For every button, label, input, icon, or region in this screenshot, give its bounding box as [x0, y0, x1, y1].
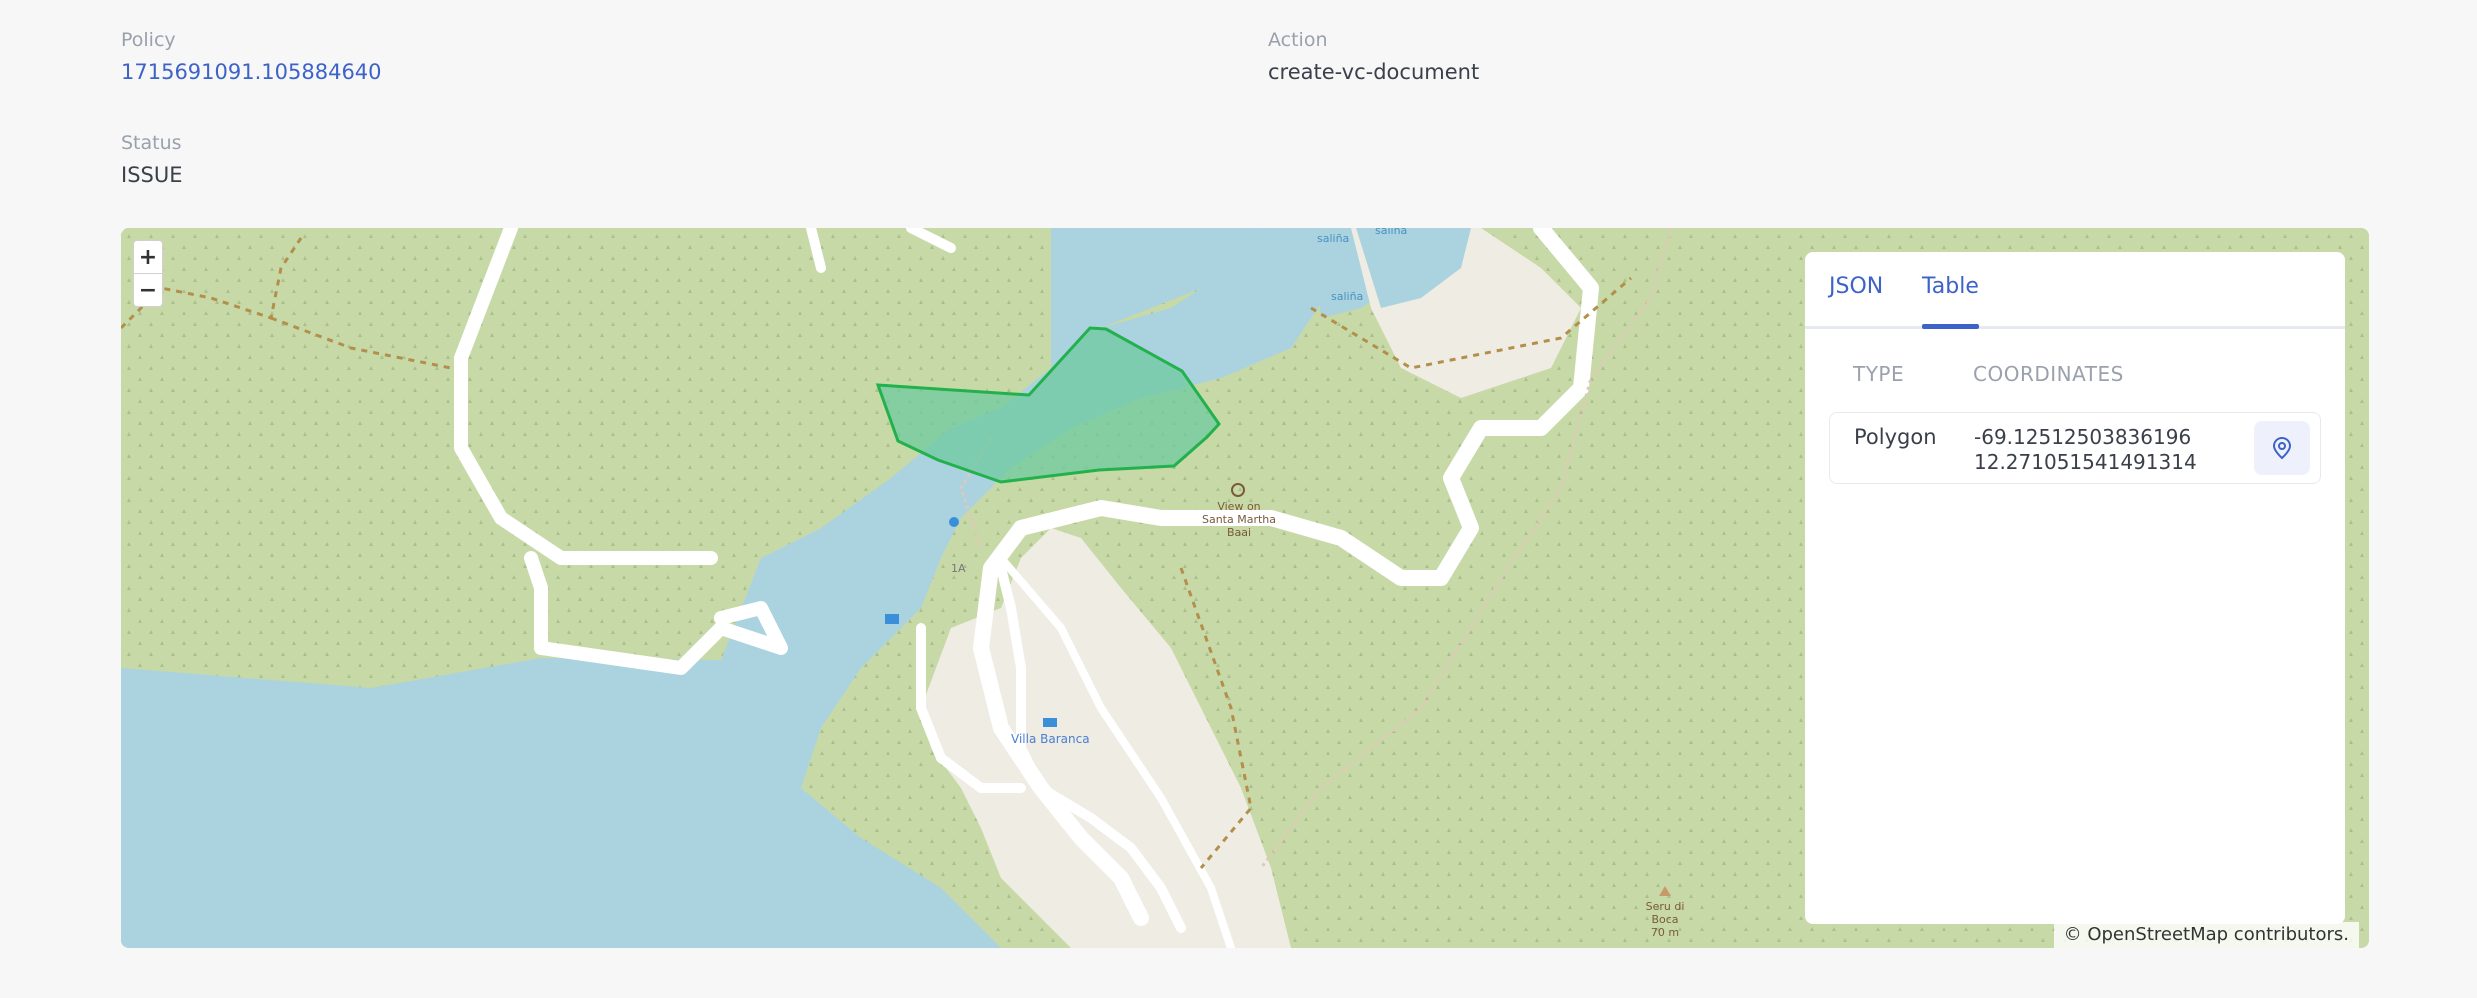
- status-label: Status: [121, 132, 182, 154]
- geometry-panel: JSON Table TYPE COORDINATES Polygon -69.…: [1805, 252, 2345, 924]
- coordinate-x: -69.12512503836196: [1974, 425, 2192, 449]
- column-header-type: TYPE: [1853, 362, 1905, 386]
- geometry-type: Polygon: [1854, 425, 1937, 449]
- map-label-viewpoint: Baai: [1227, 526, 1251, 539]
- table-row: Polygon -69.12512503836196 12.2710515414…: [1829, 412, 2321, 484]
- map-label-viewpoint: View on: [1217, 500, 1260, 513]
- panel-tabs: JSON Table: [1805, 252, 2345, 329]
- locate-button[interactable]: [2254, 421, 2310, 475]
- map-label-salina: saliña: [1375, 228, 1407, 237]
- location-pin-icon: [2272, 436, 2292, 460]
- boat-icon: [885, 614, 899, 624]
- zoom-out-button[interactable]: −: [134, 273, 162, 306]
- status-field: Status ISSUE: [121, 131, 183, 189]
- policy-link[interactable]: 1715691091.105884640: [121, 58, 382, 86]
- geometry-coordinates: -69.12512503836196 12.271051541491314: [1974, 425, 2197, 475]
- map-label-road: 1A: [951, 562, 966, 575]
- map-view[interactable]: saliña saliña saliña View on Santa Marth…: [121, 228, 2369, 948]
- coordinate-y: 12.271051541491314: [1974, 450, 2197, 474]
- tab-table[interactable]: Table: [1922, 274, 1979, 329]
- column-header-coordinates: COORDINATES: [1973, 362, 2124, 386]
- status-value: ISSUE: [121, 163, 183, 187]
- map-label-peak: Boca: [1651, 913, 1678, 926]
- place-icon: [949, 517, 959, 527]
- map-label-peak: 70 m: [1651, 926, 1679, 939]
- map-label-salina: saliña: [1331, 290, 1363, 303]
- zoom-in-button[interactable]: +: [134, 241, 162, 273]
- map-label-peak: Seru di: [1646, 900, 1685, 913]
- action-value: create-vc-document: [1268, 60, 1480, 84]
- policy-field: Policy 1715691091.105884640: [121, 28, 382, 86]
- tab-json[interactable]: JSON: [1829, 274, 1883, 326]
- zoom-control: + −: [133, 240, 163, 307]
- policy-label: Policy: [121, 29, 176, 51]
- map-label-salina: saliña: [1317, 232, 1349, 245]
- map-attribution: © OpenStreetMap contributors.: [2053, 922, 2359, 948]
- action-label: Action: [1268, 29, 1328, 51]
- map-label-villa: Villa Baranca: [1011, 732, 1090, 746]
- bus-icon: [1043, 718, 1057, 727]
- action-field: Action create-vc-document: [1268, 28, 1479, 86]
- map-label-viewpoint: Santa Martha: [1202, 513, 1276, 526]
